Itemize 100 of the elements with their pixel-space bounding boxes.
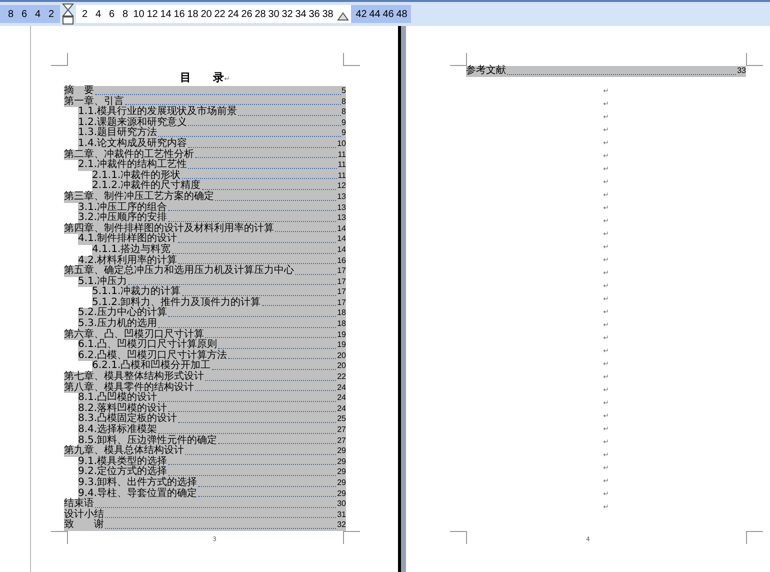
ruler-number: 34 <box>294 8 308 20</box>
entry-title: 9.3.卸料、出件方式的选择 <box>78 478 198 488</box>
page-number: 27 <box>337 436 346 446</box>
page-number: 5 <box>342 86 346 97</box>
entry-title: 3.2.冲压顺序的安排 <box>78 213 168 224</box>
entry-title: 第六章、凸、凹模刃口尺寸计算 <box>64 330 204 340</box>
entry-title: 第三章、制件冲压工艺方案的确定 <box>64 192 214 202</box>
ruler-number: 14 <box>159 8 172 20</box>
entry-title: 8.4.选择标准模架 <box>78 425 158 435</box>
entry-title: 8.3.凸模固定板的设计 <box>78 414 178 424</box>
leader-line <box>295 274 336 275</box>
page-number: 9 <box>342 128 346 139</box>
entry-title: 5.2.压力中心的计算 <box>78 308 168 318</box>
ruler-number: 6 <box>20 8 28 20</box>
page-number: 29 <box>337 488 346 500</box>
page-number: 17 <box>337 276 346 288</box>
entry-title: 第五章、确定总冲压力和选用压力机及计算压力中心 <box>64 266 294 276</box>
page-number: 13 <box>337 192 346 203</box>
ruler-number: 30 <box>267 8 280 20</box>
ruler-number: 28 <box>254 8 267 20</box>
page-number: 13 <box>337 213 346 224</box>
page-number: 20 <box>337 361 346 372</box>
entry-title: 设计小结 <box>64 510 104 520</box>
page-number: 24 <box>337 382 346 394</box>
page-number: 27 <box>337 425 346 436</box>
entry-title: 6.2.1.凸模和凹模分开加工 <box>92 361 211 372</box>
entry-title: 8.2.落料凹模的设计 <box>78 404 168 414</box>
entry-title: 5.1.冲压力 <box>78 276 128 287</box>
entry-title: 1.4.论文构成及研究内容 <box>78 138 188 149</box>
entry-title: 第二章、冲裁件的工艺性分析 <box>64 150 194 160</box>
entry-title: 4.2.材料利用率的计算 <box>78 256 178 266</box>
page-number: 22 <box>337 372 346 383</box>
ruler-number: 48 <box>395 8 408 20</box>
indent-marker-icon[interactable] <box>62 3 74 25</box>
ruler-number: 32 <box>280 8 294 20</box>
page-number: 14 <box>337 224 346 234</box>
ruler-number: 46 <box>382 8 395 20</box>
ruler-number: 42 <box>354 8 368 20</box>
page-number: 18 <box>337 319 346 330</box>
entry-title: 5.1.2.卸料力、推件力及顶件力的计算 <box>92 298 261 308</box>
entry-title: 5.1.1.冲裁力的计算 <box>92 287 181 298</box>
page-number: 14 <box>337 234 346 245</box>
page-number: 9 <box>342 118 346 128</box>
ruler-number: 12 <box>146 8 159 20</box>
ruler-number: 4 <box>34 8 42 20</box>
page-number: 17 <box>337 298 346 308</box>
ruler-number: 22 <box>213 8 226 20</box>
page-number: 29 <box>337 467 346 478</box>
entry-title: 3.1.冲压工序的组合 <box>78 202 168 213</box>
page-number: 33 <box>737 66 746 77</box>
page-number: 17 <box>337 287 346 298</box>
page-number: 30 <box>337 499 346 510</box>
ruler-number: 16 <box>172 8 186 20</box>
ruler-number: 18 <box>186 8 200 20</box>
entry-title: 9.4.导柱、导套位置的确定 <box>78 488 198 499</box>
ruler-number: 10 <box>132 8 146 20</box>
page-number: 12 <box>337 181 346 192</box>
ruler-number: 6 <box>108 8 116 20</box>
entry-title: 第一章、引言 <box>64 96 124 107</box>
entry-title: 6.1.凸、凹模刃口尺寸计算原则 <box>78 340 218 350</box>
toc-title: 目 录 <box>180 70 224 85</box>
entry-title: 2.1.冲裁件的结构工艺性 <box>78 160 188 170</box>
entry-title: 9.2.定位方式的选择 <box>78 467 168 478</box>
ruler-number: 36 <box>308 8 321 20</box>
entry-title: 第九章、模具总体结构设计 <box>64 446 184 456</box>
page-number: 32 <box>337 520 346 531</box>
page-number: 20 <box>337 350 346 362</box>
ruler-number: 44 <box>368 8 382 20</box>
entry-title: 1.1.模具行业的发展现状及市场前景 <box>78 107 238 118</box>
page-number: 11 <box>338 170 346 182</box>
entry-title: 4.1.制件排样图的设计 <box>78 234 178 244</box>
ruler-number: 24 <box>226 8 240 20</box>
entry-title: 2.1.1.冲裁件的形状 <box>92 170 181 181</box>
entry-title: 5.3.压力机的选用 <box>78 319 158 330</box>
entry-title: 摘 要 <box>64 86 94 96</box>
page-number: 11 <box>338 150 346 160</box>
entry-title: 第四章、制件排样图的设计及材料利用率的计算 <box>64 224 274 234</box>
indent-marker-icon[interactable] <box>336 11 348 21</box>
page-number: 10 <box>337 138 346 150</box>
ruler-number: 26 <box>240 8 254 20</box>
page-number: 18 <box>337 308 346 320</box>
ruler-number: 38 <box>321 8 334 20</box>
entry-title: 致 谢 <box>64 520 104 531</box>
entry-title: 8.5.卸料、压边弹性元件的确定 <box>78 436 218 446</box>
entry-title: 8.1.凸凹模的设计 <box>78 393 158 404</box>
page-number: 24 <box>337 393 346 404</box>
page-number: 17 <box>337 266 346 277</box>
leader-line <box>275 231 336 232</box>
page-number: 25 <box>337 414 346 425</box>
page-number: 19 <box>337 330 346 340</box>
page-number: 13 <box>337 202 346 214</box>
page-number: 8 <box>342 107 346 118</box>
page-number: 29 <box>337 456 346 468</box>
ruler-number: 2 <box>80 8 89 20</box>
page-number: 19 <box>337 340 346 351</box>
ruler-number: 2 <box>47 8 56 20</box>
page-number: 31 <box>337 510 346 520</box>
page-number: 11 <box>338 160 346 171</box>
entry-title: 结束语 <box>64 499 94 510</box>
page-number: 29 <box>337 478 346 489</box>
